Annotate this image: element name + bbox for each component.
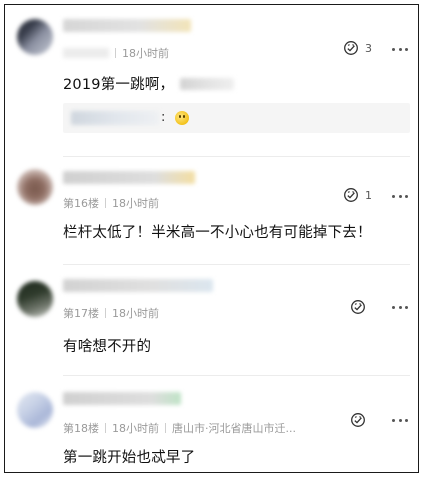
like-button[interactable]: 1	[343, 187, 372, 203]
reply-username-blurred	[71, 111, 159, 125]
avatar[interactable]	[17, 19, 53, 55]
like-button[interactable]	[350, 412, 372, 428]
comment-meta: 第18楼 18小时前 唐山市·河北省唐山市迁...	[63, 420, 296, 436]
more-icon	[392, 419, 395, 422]
reply-preview[interactable]: :	[63, 103, 410, 133]
comment-time: 18小时前	[112, 197, 159, 210]
comment-item: 第17楼 18小时前 有啥想不开的	[5, 265, 418, 375]
more-icon	[392, 195, 395, 198]
comment-floor: 第17楼	[63, 307, 99, 320]
comment-meta: 18小时前	[63, 45, 169, 61]
avatar[interactable]	[17, 392, 53, 428]
username-blurred[interactable]	[63, 392, 181, 405]
comment-text[interactable]: 2019第一跳啊，	[63, 73, 235, 94]
floor-blurred	[63, 48, 109, 58]
username-blurred[interactable]	[63, 279, 213, 292]
more-icon	[392, 48, 395, 51]
avatar[interactable]	[17, 281, 53, 317]
like-icon	[351, 413, 365, 427]
like-button[interactable]	[350, 299, 372, 315]
like-count: 3	[365, 41, 372, 55]
emoji-icon	[175, 111, 189, 125]
comment-item: 第16楼 18小时前 1 栏杆太低了！半米高一不小心也有可能掉下去！	[5, 157, 418, 265]
comment-time: 18小时前	[122, 47, 169, 60]
comment-floor: 第18楼	[63, 422, 99, 435]
like-icon	[351, 300, 365, 314]
more-button[interactable]	[392, 195, 408, 199]
comment-item: 18小时前 3 2019第一跳啊， :	[5, 5, 418, 153]
text-blurred	[180, 78, 235, 90]
more-button[interactable]	[392, 48, 408, 52]
comment-item: 第18楼 18小时前 唐山市·河北省唐山市迁... 第一跳开始也忒早了	[5, 376, 418, 472]
like-count: 1	[365, 188, 372, 202]
comment-floor: 第16楼	[63, 197, 99, 210]
comment-text[interactable]: 第一跳开始也忒早了	[63, 446, 195, 467]
comment-text[interactable]: 有啥想不开的	[63, 335, 151, 356]
username-blurred[interactable]	[63, 19, 191, 32]
comment-text[interactable]: 栏杆太低了！半米高一不小心也有可能掉下去！	[63, 221, 372, 242]
comment-time: 18小时前	[112, 422, 159, 435]
reply-colon: :	[161, 110, 166, 125]
like-icon	[344, 188, 358, 202]
avatar[interactable]	[17, 169, 53, 205]
comment-list: 18小时前 3 2019第一跳啊， : 第16楼 18小时前 1 栏杆太低了！半…	[4, 4, 419, 473]
like-button[interactable]: 3	[343, 40, 372, 56]
username-blurred[interactable]	[63, 171, 195, 184]
comment-location: 唐山市·河北省唐山市迁...	[172, 422, 296, 435]
more-button[interactable]	[392, 419, 408, 423]
comment-time: 18小时前	[112, 307, 159, 320]
more-icon	[392, 306, 395, 309]
like-icon	[344, 41, 358, 55]
comment-meta: 第17楼 18小时前	[63, 305, 159, 321]
more-button[interactable]	[392, 306, 408, 310]
comment-meta: 第16楼 18小时前	[63, 195, 159, 211]
